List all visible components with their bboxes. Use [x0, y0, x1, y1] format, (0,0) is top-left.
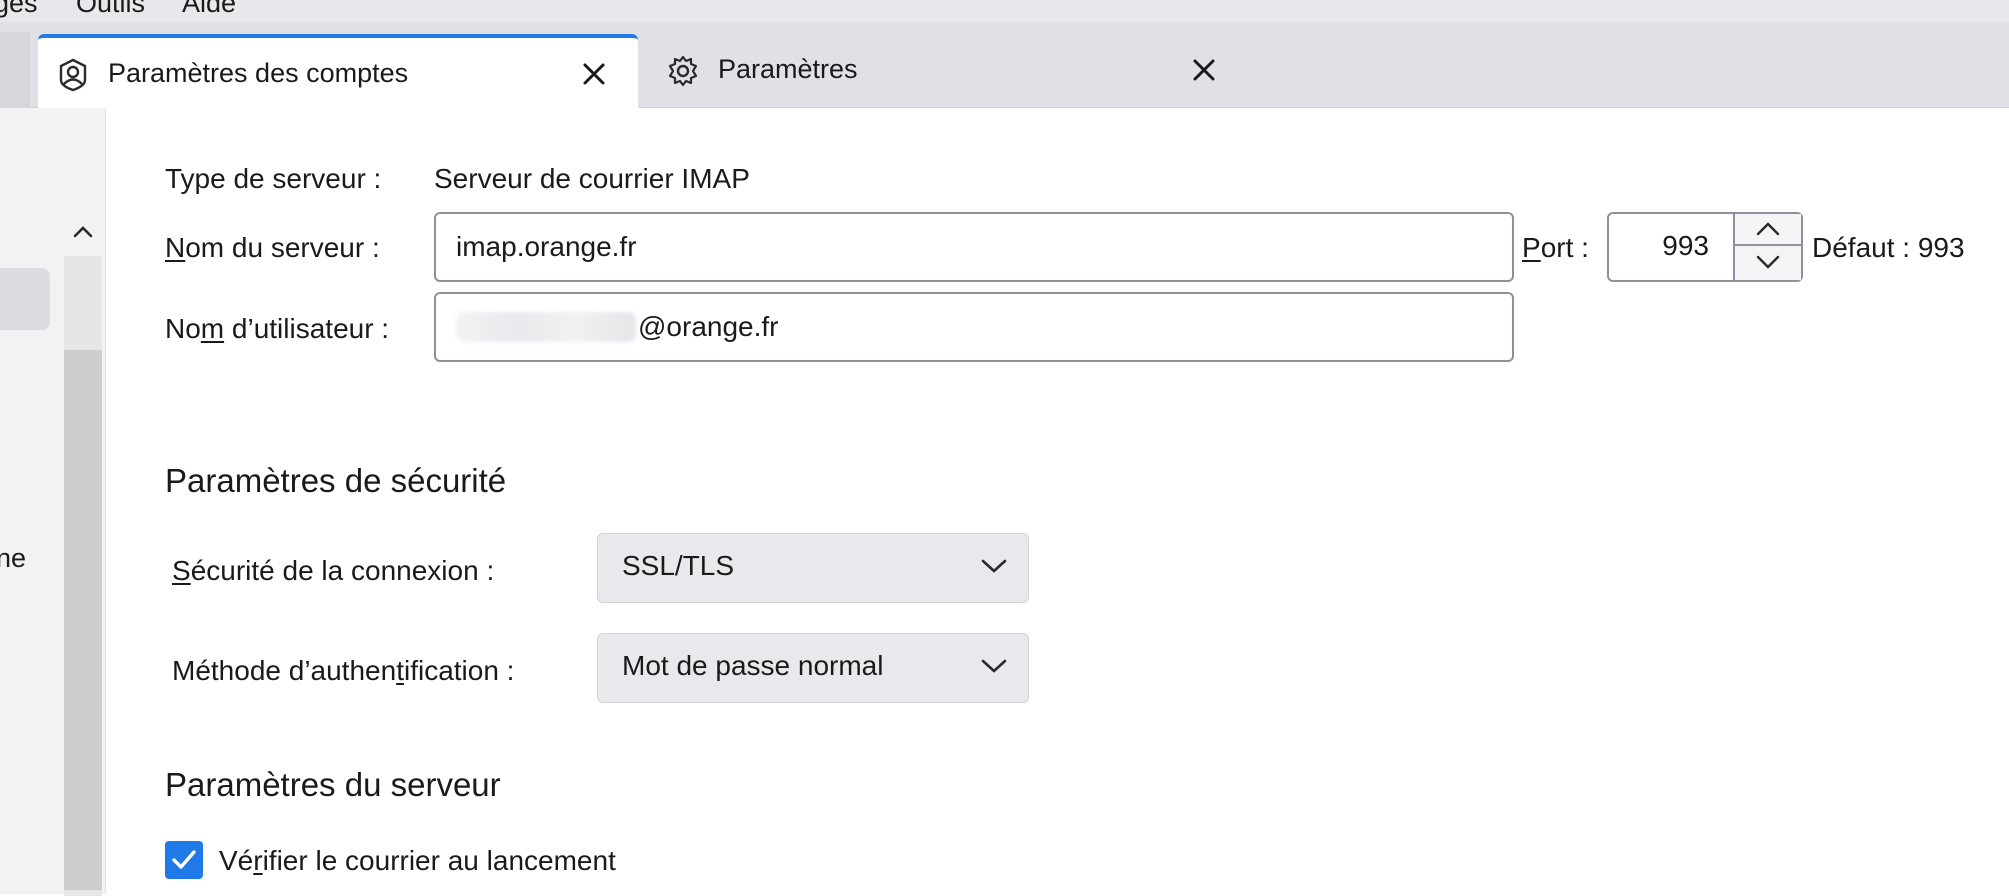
username-domain: @orange.fr	[638, 311, 779, 342]
scroll-up-button[interactable]	[62, 208, 104, 256]
chevron-up-icon	[1756, 222, 1780, 236]
gear-icon	[668, 55, 698, 87]
auth-method-label: Méthode d’authentification :	[172, 655, 515, 686]
connection-security-select[interactable]: SSL/TLS	[597, 533, 1029, 603]
tab-account-settings[interactable]: Paramètres des comptes	[38, 34, 638, 108]
username-label: Nom d’utilisateur :	[165, 313, 390, 344]
server-name-value: imap.orange.fr	[456, 231, 637, 262]
checkmark-icon	[172, 850, 196, 869]
close-icon[interactable]	[576, 56, 612, 92]
server-name-label: Nom du serveur :	[165, 232, 380, 263]
sidebar-scrollbar[interactable]	[62, 208, 104, 896]
chevron-down-icon	[981, 659, 1007, 673]
menu-item-messages[interactable]: ges	[0, 0, 38, 19]
chevron-down-icon	[1756, 255, 1780, 269]
server-type-label: Type de serveur :	[165, 163, 382, 194]
auth-method-select[interactable]: Mot de passe normal	[597, 633, 1029, 703]
menu-item-aide[interactable]: Aide	[182, 0, 236, 19]
sidebar-selected-item[interactable]	[0, 268, 50, 330]
chevron-up-icon	[73, 226, 93, 238]
port-value: 993	[1662, 230, 1709, 261]
port-default-label: Défaut : 993	[1812, 232, 1965, 263]
tab-settings[interactable]: Paramètres	[648, 34, 1248, 108]
sidebar-item-label[interactable]: ne	[0, 543, 26, 574]
close-icon[interactable]	[1186, 52, 1222, 88]
server-type-value: Serveur de courrier IMAP	[434, 163, 750, 194]
menu-bar: ges Outils Aide	[0, 0, 2009, 22]
account-icon	[59, 58, 87, 92]
check-mail-on-startup-checkbox[interactable]	[165, 841, 203, 879]
port-decrement-button[interactable]	[1735, 246, 1801, 278]
menu-item-outils[interactable]: Outils	[76, 0, 145, 19]
account-sidebar: ne	[0, 108, 106, 896]
port-label: Port :	[1522, 232, 1589, 263]
server-name-input[interactable]: imap.orange.fr	[434, 212, 1514, 282]
username-input[interactable]: @orange.fr	[434, 292, 1514, 362]
server-settings-heading: Paramètres du serveur	[165, 766, 501, 803]
tab-strip-edge	[0, 32, 30, 108]
connection-security-value: SSL/TLS	[622, 550, 735, 581]
port-stepper[interactable]: 993	[1607, 212, 1803, 282]
connection-security-label: Sécurité de la connexion :	[172, 555, 495, 586]
chevron-down-icon	[981, 559, 1007, 573]
port-spinner	[1733, 214, 1801, 280]
auth-method-value: Mot de passe normal	[622, 650, 884, 681]
redacted-username	[456, 312, 636, 342]
tab-label: Paramètres des comptes	[108, 58, 409, 88]
tab-label: Paramètres	[718, 54, 858, 84]
tab-strip: Paramètres des comptes Paramètres	[0, 22, 2009, 108]
port-increment-button[interactable]	[1735, 214, 1801, 246]
check-mail-on-startup-label[interactable]: Vérifier le courrier au lancement	[219, 845, 616, 877]
security-settings-heading: Paramètres de sécurité	[165, 462, 507, 499]
scrollbar-thumb[interactable]	[64, 350, 102, 890]
